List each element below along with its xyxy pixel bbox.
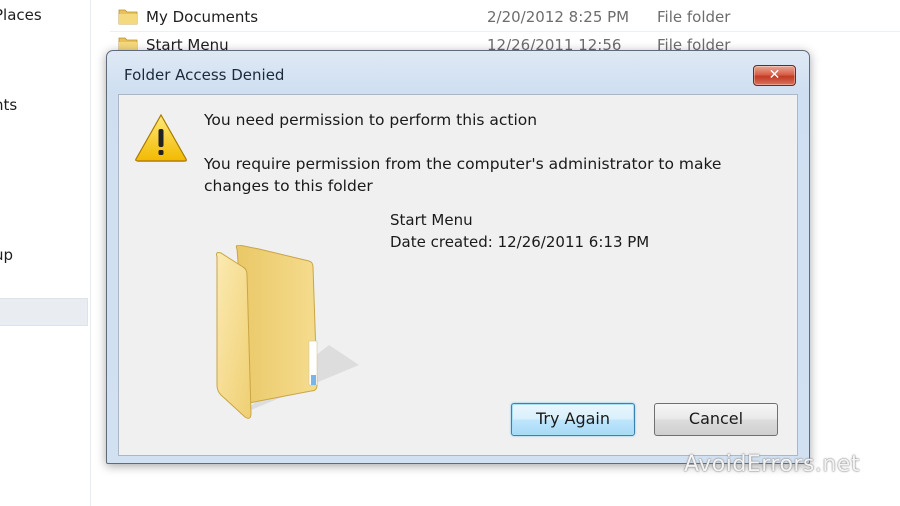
navigation-pane: Places nts up bbox=[0, 0, 91, 506]
folder-access-denied-dialog: Folder Access Denied ✕ You need permissi… bbox=[106, 50, 810, 464]
dialog-content: You need permission to perform this acti… bbox=[118, 94, 798, 456]
cancel-button[interactable]: Cancel bbox=[654, 403, 778, 436]
file-row-my-documents[interactable]: My Documents 2/20/2012 8:25 PM File fold… bbox=[110, 2, 900, 32]
file-name: My Documents bbox=[146, 8, 259, 26]
dialog-title: Folder Access Denied bbox=[124, 66, 285, 84]
nav-item-startup[interactable]: up bbox=[0, 246, 13, 264]
folder-date-created: Date created: 12/26/2011 6:13 PM bbox=[390, 233, 650, 251]
folder-icon bbox=[216, 245, 359, 419]
warning-icon bbox=[135, 113, 188, 162]
folder-icon bbox=[118, 9, 138, 25]
detail-message: You require permission from the computer… bbox=[204, 155, 722, 195]
nav-item-documents[interactable]: nts bbox=[0, 96, 17, 114]
nav-item-places[interactable]: Places bbox=[0, 6, 42, 24]
file-type: File folder bbox=[657, 8, 731, 26]
main-instruction: You need permission to perform this acti… bbox=[204, 111, 538, 129]
watermark: AvoidErrors.net bbox=[684, 452, 861, 477]
nav-item-selected[interactable] bbox=[0, 298, 88, 326]
close-icon: ✕ bbox=[768, 67, 781, 83]
folder-name: Start Menu bbox=[390, 211, 473, 229]
try-again-button[interactable]: Try Again bbox=[511, 403, 635, 436]
file-date: 2/20/2012 8:25 PM bbox=[487, 8, 630, 26]
close-button[interactable]: ✕ bbox=[753, 65, 796, 86]
